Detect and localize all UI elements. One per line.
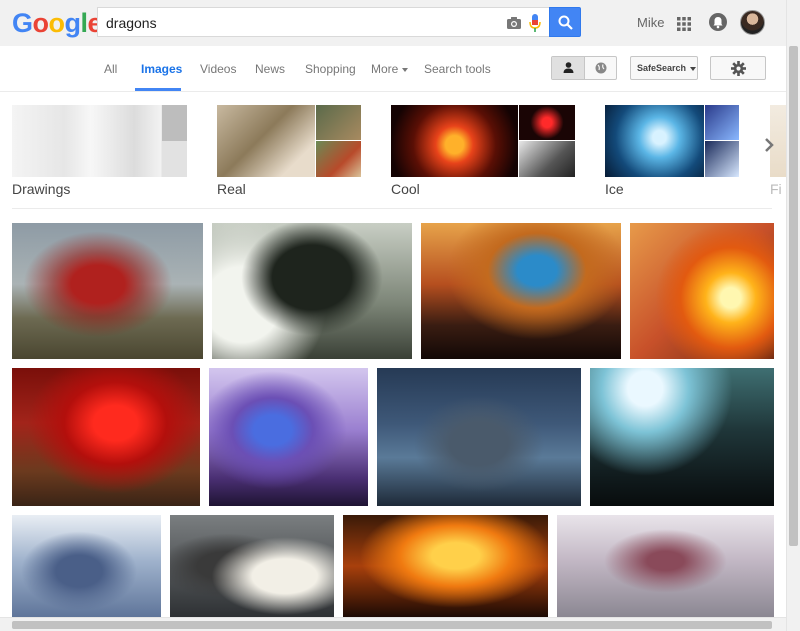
caret-down-icon: [690, 66, 697, 71]
person-filter-button[interactable]: [552, 57, 585, 79]
related-label: Drawings: [12, 181, 71, 197]
tab-images[interactable]: Images: [141, 62, 182, 76]
header: Google Mike: [0, 0, 786, 46]
image-result[interactable]: [170, 515, 334, 617]
search-tools-button[interactable]: Search tools: [424, 62, 491, 76]
image-result[interactable]: [343, 515, 548, 617]
horizontal-scrollbar[interactable]: [0, 617, 786, 631]
globe-filter-button[interactable]: [585, 57, 617, 79]
caret-down-icon: [402, 67, 409, 72]
chevron-right-icon[interactable]: [762, 138, 776, 152]
image-result[interactable]: [12, 368, 200, 506]
avatar[interactable]: [740, 10, 765, 35]
search-button[interactable]: [549, 7, 581, 37]
image-result[interactable]: [209, 368, 368, 506]
tab-news[interactable]: News: [255, 62, 285, 76]
view-toggle: [551, 56, 617, 80]
gear-icon: [731, 61, 746, 76]
bell-icon[interactable]: [709, 13, 727, 31]
tab-more-label: More: [371, 62, 399, 76]
settings-button[interactable]: [710, 56, 766, 80]
image-result[interactable]: [12, 223, 203, 359]
related-thumbnail: [12, 105, 187, 177]
globe-icon: [595, 62, 607, 74]
tab-shopping[interactable]: Shopping: [305, 62, 356, 76]
scrollbar-thumb[interactable]: [12, 621, 772, 629]
person-icon: [563, 62, 574, 73]
related-real[interactable]: Real: [217, 105, 361, 197]
image-result[interactable]: [12, 515, 161, 617]
image-result[interactable]: [630, 223, 774, 359]
related-thumbnail: [605, 105, 739, 177]
search-tabs: All Images Videos News Shopping More Sea…: [0, 46, 786, 92]
tab-all[interactable]: All: [104, 62, 117, 76]
search-input[interactable]: [106, 13, 486, 32]
page: Google Mike: [0, 0, 800, 631]
image-result[interactable]: [377, 368, 581, 506]
search-box[interactable]: [97, 7, 549, 37]
vertical-scrollbar[interactable]: [786, 0, 800, 631]
related-drawings[interactable]: Drawings: [12, 105, 187, 197]
image-result[interactable]: [557, 515, 774, 617]
active-tab-indicator: [135, 88, 181, 91]
image-result[interactable]: [590, 368, 774, 506]
related-thumbnail: [391, 105, 575, 177]
divider: [12, 208, 772, 209]
safesearch-label: SafeSearch: [637, 63, 687, 73]
related-cool[interactable]: Cool: [391, 105, 575, 197]
apps-grid-icon[interactable]: [677, 17, 691, 31]
related-searches: Drawings Real Cool Ice Fi: [0, 92, 786, 210]
user-name[interactable]: Mike: [637, 15, 664, 30]
scrollbar-thumb[interactable]: [789, 46, 798, 546]
image-result[interactable]: [421, 223, 621, 359]
microphone-icon[interactable]: [529, 13, 541, 33]
tab-more[interactable]: More: [371, 62, 409, 76]
camera-icon[interactable]: [506, 15, 522, 31]
related-label: Fi: [770, 181, 782, 197]
related-label: Cool: [391, 181, 420, 197]
related-label: Ice: [605, 181, 624, 197]
related-thumbnail: [217, 105, 361, 177]
related-ice[interactable]: Ice: [605, 105, 739, 197]
search-icon: [558, 15, 573, 30]
safesearch-button[interactable]: SafeSearch: [630, 56, 698, 80]
image-result[interactable]: [212, 223, 412, 359]
google-logo[interactable]: Google: [12, 8, 103, 39]
related-label: Real: [217, 181, 246, 197]
tab-videos[interactable]: Videos: [200, 62, 236, 76]
